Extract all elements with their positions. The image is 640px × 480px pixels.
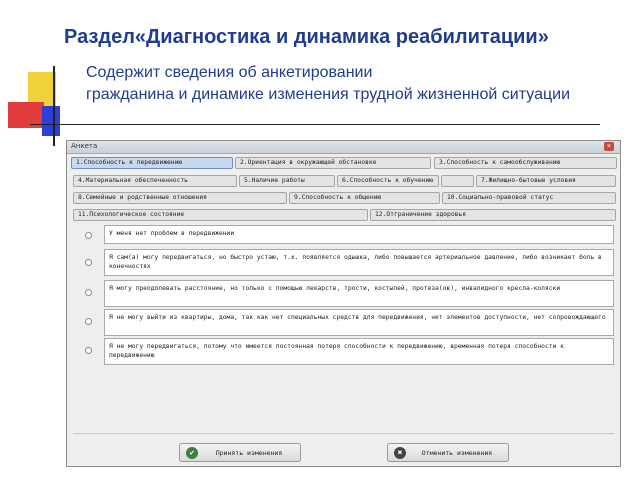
tab-self-care[interactable]: 3.Способность к самообслуживанию	[434, 157, 617, 169]
decor-horizontal-line	[30, 124, 600, 125]
tab-material-security[interactable]: 4.Материальная обеспеченность	[73, 175, 237, 187]
answer-radio-3[interactable]	[85, 289, 92, 296]
page-title: Раздел«Диагностика и динамика реабилитац…	[64, 26, 549, 48]
tab-orientation[interactable]: 2.Ориентация в окружающей обстановке	[235, 157, 431, 169]
questionnaire-window: Анкета × 1.Способность к передвижению 2.…	[66, 140, 621, 467]
window-title: Анкета	[71, 142, 98, 150]
button-divider	[73, 433, 614, 434]
window-titlebar: Анкета ×	[67, 141, 620, 154]
page-description: Содержит сведения об анкетировании гражд…	[86, 62, 570, 106]
close-icon[interactable]: ×	[604, 142, 614, 151]
description-line-1: Содержит сведения об анкетировании	[86, 64, 373, 81]
description-line-2: гражданина и динамике изменения трудной …	[86, 86, 570, 103]
answer-option-2[interactable]: Я сам(а) могу передвигаться, но быстро у…	[104, 249, 614, 276]
tab-housing[interactable]: 7.Жилищно-бытовые условия	[476, 175, 616, 187]
tab-family[interactable]: 8.Семейные и родственные отношения	[73, 192, 287, 204]
answer-option-4[interactable]: Я не могу выйти из квартиры, дома, так к…	[104, 309, 614, 336]
cancel-icon: ✖	[394, 446, 406, 459]
answer-radio-5[interactable]	[85, 347, 92, 354]
answer-radio-2[interactable]	[85, 259, 92, 266]
answer-option-1[interactable]: У меня нет проблем в передвижении	[104, 225, 614, 244]
accept-changes-button[interactable]: ✔ Принять изменения	[179, 443, 301, 462]
answer-option-5[interactable]: Я не могу передвигаться, потому что имее…	[104, 338, 614, 365]
tab-health-limitation[interactable]: 12.Отграничение здоровья	[370, 209, 616, 221]
answer-radio-4[interactable]	[85, 318, 92, 325]
cancel-changes-label: Отменить изменения	[421, 448, 493, 457]
tab-psychological[interactable]: 11.Психологическое состояние	[73, 209, 368, 221]
checkmark-icon: ✔	[186, 446, 198, 459]
tab-communication[interactable]: 9.Способность к общению	[289, 192, 440, 204]
tab-employment[interactable]: 5.Наличие работы	[239, 175, 335, 187]
cancel-changes-button[interactable]: ✖ Отменить изменения	[387, 443, 509, 462]
accept-changes-label: Принять изменения	[215, 448, 283, 457]
tab-learning[interactable]: 6.Способность к обучению	[337, 175, 439, 187]
decor-blue-square	[42, 106, 60, 136]
tab-mobility[interactable]: 1.Способность к передвижению	[71, 157, 233, 169]
answer-option-3[interactable]: Я могу преодолевать расстояние, но тольк…	[104, 280, 614, 307]
tab-learning-extra[interactable]	[441, 175, 474, 187]
answer-radio-1[interactable]	[85, 232, 92, 239]
tab-legal-status[interactable]: 10.Социально-правовой статус	[442, 192, 616, 204]
decor-vertical-line	[53, 66, 55, 146]
